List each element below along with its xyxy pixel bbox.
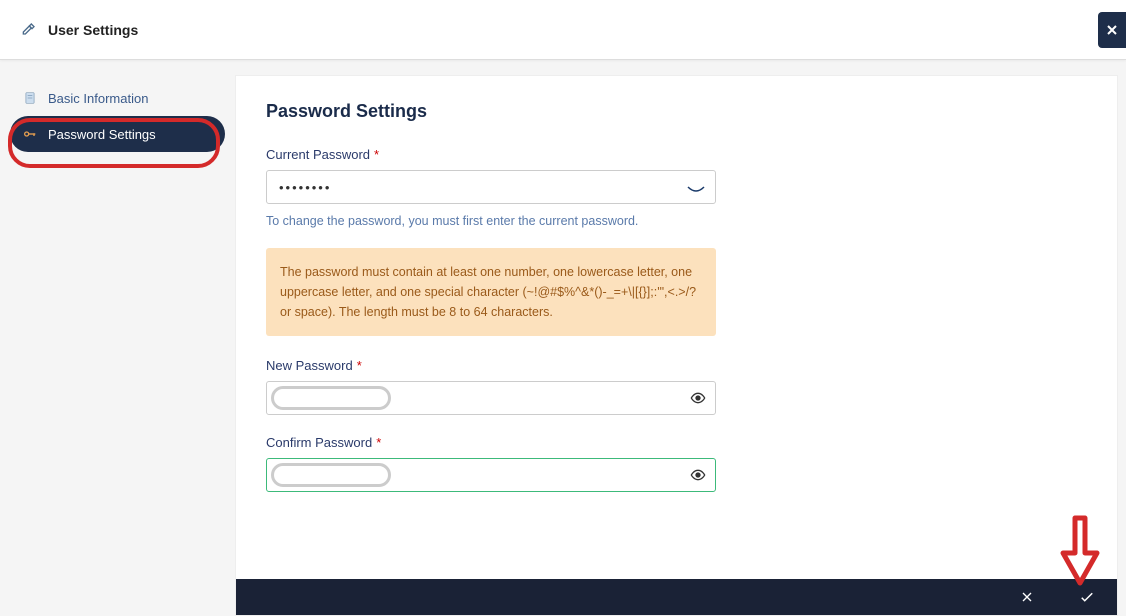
current-password-input[interactable] <box>266 170 716 204</box>
current-password-label: Current Password* <box>266 147 1087 162</box>
page-title: User Settings <box>48 22 138 38</box>
current-password-helper: To change the password, you must first e… <box>266 214 1087 228</box>
new-password-label: New Password* <box>266 358 1087 373</box>
new-password-input[interactable] <box>266 381 716 415</box>
footer-bar <box>236 579 1117 615</box>
sidebar-item-password-settings[interactable]: Password Settings <box>10 116 225 152</box>
password-requirements-box: The password must contain at least one n… <box>266 248 716 336</box>
sidebar-item-label: Basic Information <box>48 91 148 106</box>
confirm-password-input[interactable] <box>266 458 716 492</box>
eye-icon[interactable] <box>690 390 706 406</box>
cancel-button[interactable] <box>1017 587 1037 607</box>
confirm-password-label: Confirm Password* <box>266 435 1087 450</box>
sidebar-item-label: Password Settings <box>48 127 156 142</box>
wrench-icon <box>20 22 36 38</box>
content-panel: Password Settings Current Password* To c… <box>235 75 1118 616</box>
new-password-field-wrap <box>266 381 716 415</box>
sidebar: Basic Information Password Settings <box>0 60 235 616</box>
key-icon <box>22 126 38 142</box>
confirm-button[interactable] <box>1077 587 1097 607</box>
header-bar: User Settings <box>0 0 1126 60</box>
section-title: Password Settings <box>266 101 1087 122</box>
eye-icon[interactable] <box>690 467 706 483</box>
close-button[interactable] <box>1098 12 1126 48</box>
sidebar-item-basic-information[interactable]: Basic Information <box>10 80 225 116</box>
document-icon <box>22 90 38 106</box>
input-status-icon <box>686 182 706 192</box>
confirm-password-field-wrap <box>266 458 716 492</box>
current-password-field-wrap <box>266 170 716 204</box>
